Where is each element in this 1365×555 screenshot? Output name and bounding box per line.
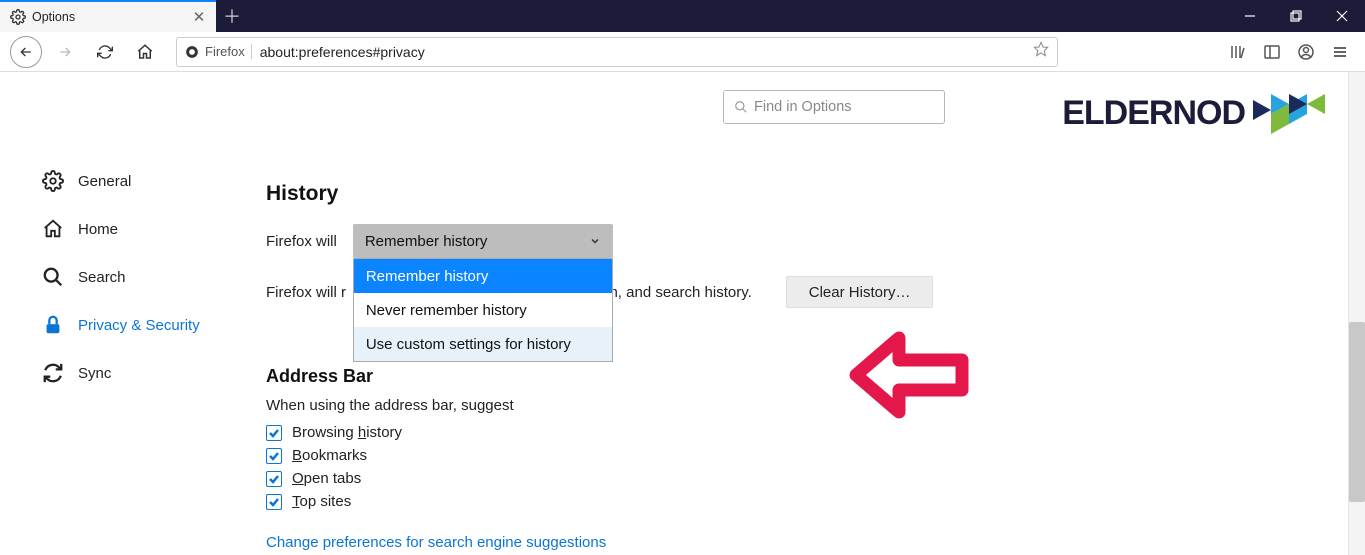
- dropdown-selected[interactable]: Remember history: [353, 224, 613, 258]
- find-placeholder: Find in Options: [754, 99, 852, 115]
- checkbox-label: Bookmarks: [292, 447, 367, 464]
- tab-title: Options: [32, 10, 190, 24]
- url-bar[interactable]: Firefox about:preferences#privacy: [176, 37, 1058, 67]
- checkbox-icon: [266, 471, 282, 487]
- search-suggestions-link[interactable]: Change preferences for search engine sug…: [266, 534, 606, 551]
- preferences-page: General Home Search Privacy & Security S…: [0, 72, 1365, 555]
- sidebar-item-label: Search: [78, 269, 126, 286]
- checkbox-label: Browsing history: [292, 424, 402, 441]
- checkbox-label: Top sites: [292, 493, 351, 510]
- checkbox-browsing-history[interactable]: Browsing history: [266, 424, 1325, 441]
- sidebar-item-label: Privacy & Security: [78, 317, 200, 334]
- sidebar-item-label: Sync: [78, 365, 111, 382]
- find-in-options-input[interactable]: Find in Options: [723, 90, 945, 124]
- checkbox-bookmarks[interactable]: Bookmarks: [266, 447, 1325, 464]
- logo-graphic-icon: [1249, 90, 1327, 136]
- search-icon: [42, 266, 64, 288]
- history-mode-dropdown[interactable]: Remember history Remember history Never …: [353, 224, 613, 258]
- gear-icon: [42, 170, 64, 192]
- firefox-icon: [185, 45, 199, 59]
- gear-icon: [10, 9, 26, 25]
- library-icon[interactable]: [1229, 43, 1247, 61]
- sidebar-toggle-icon[interactable]: [1263, 43, 1281, 61]
- bookmark-star-icon[interactable]: [1033, 41, 1049, 62]
- identity-box[interactable]: Firefox: [185, 44, 252, 59]
- dropdown-option-never[interactable]: Never remember history: [354, 293, 612, 327]
- forward-button: [48, 35, 82, 69]
- lock-icon: [42, 314, 64, 336]
- dropdown-option-custom[interactable]: Use custom settings for history: [354, 327, 612, 361]
- chevron-down-icon: [589, 235, 601, 247]
- new-tab-button[interactable]: ＋: [216, 0, 248, 32]
- scrollbar-thumb[interactable]: [1349, 322, 1365, 502]
- sidebar-item-general[interactable]: General: [42, 160, 236, 202]
- sidebar-item-label: Home: [78, 221, 118, 238]
- close-tab-button[interactable]: ✕: [190, 8, 208, 26]
- category-sidebar: General Home Search Privacy & Security S…: [0, 72, 236, 555]
- reload-button[interactable]: [88, 35, 122, 69]
- title-bar: Options ✕ ＋: [0, 0, 1365, 32]
- checkbox-open-tabs[interactable]: Open tabs: [266, 470, 1325, 487]
- account-icon[interactable]: [1297, 43, 1315, 61]
- nav-toolbar: Firefox about:preferences#privacy: [0, 32, 1365, 72]
- url-text: about:preferences#privacy: [260, 44, 1025, 60]
- checkbox-icon: [266, 448, 282, 464]
- checkbox-top-sites[interactable]: Top sites: [266, 493, 1325, 510]
- menu-button[interactable]: [1331, 43, 1349, 61]
- eldernode-logo: ELDERNOD: [1062, 90, 1327, 136]
- main-content: Find in Options ELDERNOD History Firefox…: [236, 72, 1365, 555]
- checkbox-label: Open tabs: [292, 470, 361, 487]
- addressbar-caption: When using the address bar, suggest: [266, 397, 1325, 414]
- sidebar-item-label: General: [78, 173, 131, 190]
- clear-history-button[interactable]: Clear History…: [786, 276, 934, 308]
- history-heading: History: [266, 182, 1325, 206]
- identity-label: Firefox: [205, 44, 245, 59]
- search-icon: [734, 100, 748, 114]
- vertical-scrollbar[interactable]: [1348, 72, 1365, 555]
- minimize-button[interactable]: [1227, 0, 1273, 32]
- home-icon: [42, 218, 64, 240]
- sidebar-item-home[interactable]: Home: [42, 208, 236, 250]
- sidebar-item-search[interactable]: Search: [42, 256, 236, 298]
- window-controls: [1227, 0, 1365, 32]
- close-window-button[interactable]: [1319, 0, 1365, 32]
- home-button[interactable]: [128, 35, 162, 69]
- sidebar-item-sync[interactable]: Sync: [42, 352, 236, 394]
- checkbox-icon: [266, 494, 282, 510]
- addressbar-heading: Address Bar: [266, 366, 1325, 387]
- sync-icon: [42, 362, 64, 384]
- browser-tab[interactable]: Options ✕: [0, 0, 216, 32]
- dropdown-option-remember[interactable]: Remember history: [354, 259, 612, 293]
- dropdown-list: Remember history Never remember history …: [353, 258, 613, 362]
- checkbox-icon: [266, 425, 282, 441]
- sidebar-item-privacy[interactable]: Privacy & Security: [42, 304, 236, 346]
- maximize-button[interactable]: [1273, 0, 1319, 32]
- firefox-will-label: Firefox will: [266, 233, 337, 250]
- back-button[interactable]: [10, 36, 42, 68]
